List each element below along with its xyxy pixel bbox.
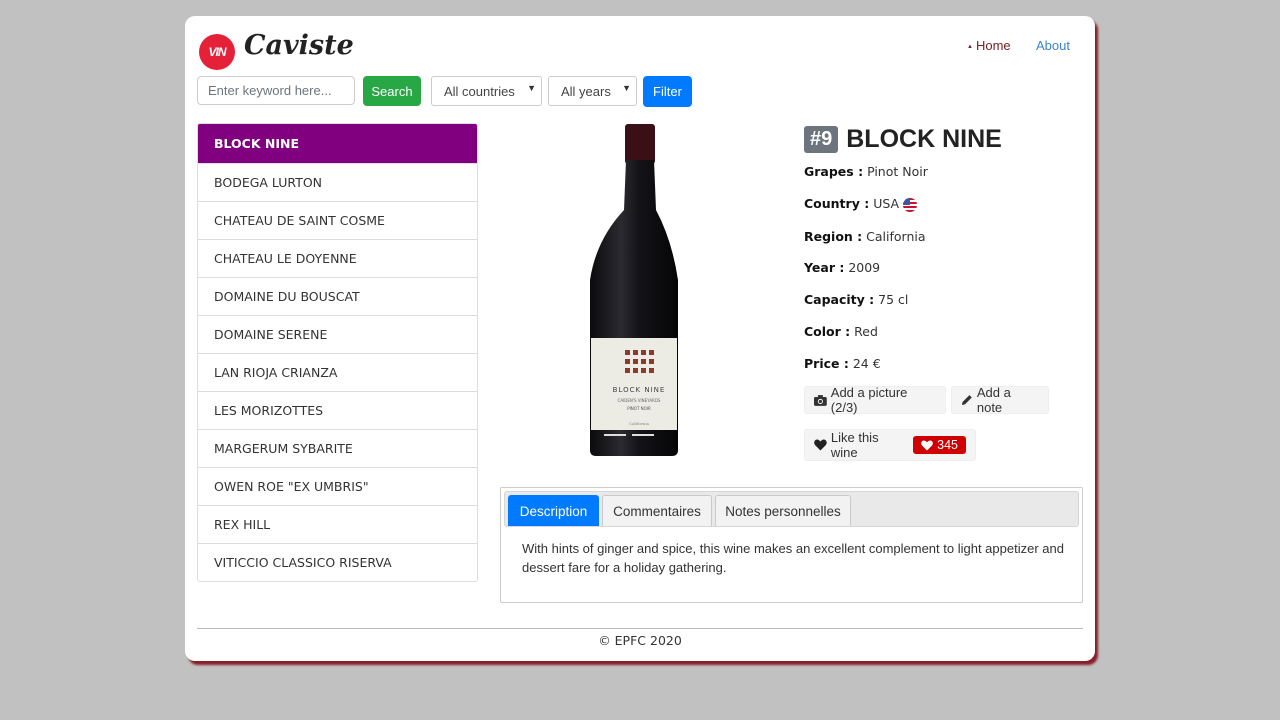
wine-list-item[interactable]: CHATEAU LE DOYENNE: [198, 239, 477, 277]
pencil-icon: [961, 395, 972, 405]
heart-icon: [921, 439, 933, 451]
country-select-value: All countries: [444, 83, 515, 99]
year-select[interactable]: All years ▼: [548, 76, 637, 106]
svg-text:BLOCK NINE: BLOCK NINE: [613, 386, 666, 394]
like-button[interactable]: Like this wine 345: [804, 429, 976, 461]
description-text: With hints of ginger and spice, this win…: [522, 541, 1064, 575]
field-price: Price : 24 €: [804, 356, 881, 371]
field-color: Color : Red: [804, 324, 878, 339]
field-year: Year : 2009: [804, 260, 881, 275]
tab-notes-personnelles[interactable]: Notes personnelles: [715, 495, 851, 526]
wine-list-item[interactable]: LES MORIZOTTES: [198, 391, 477, 429]
brand-title[interactable]: Caviste: [244, 30, 354, 61]
year-select-value: All years: [561, 83, 611, 99]
like-label: Like this wine: [830, 430, 879, 460]
footer-copyright: © EPFC 2020: [598, 633, 682, 648]
logo[interactable]: VIN: [199, 34, 235, 70]
wine-list-item[interactable]: VITICCIO CLASSICO RISERVA: [198, 543, 477, 581]
country-select[interactable]: All countries ▼: [431, 76, 542, 106]
tabs-bar: Description Commentaires Notes personnel…: [504, 491, 1079, 527]
wine-list-item[interactable]: DOMAINE SERENE: [198, 315, 477, 353]
wine-list-item[interactable]: MARGERUM SYBARITE: [198, 429, 477, 467]
field-grapes: Grapes : Pinot Noir: [804, 164, 928, 179]
tab-commentaires[interactable]: Commentaires: [602, 495, 712, 526]
usa-flag-icon: [903, 197, 918, 212]
dropdown-arrow-icon: ▼: [622, 83, 631, 93]
svg-text:California: California: [629, 421, 650, 426]
add-picture-button[interactable]: Add a picture (2/3): [804, 385, 946, 415]
tab-description[interactable]: Description: [508, 495, 599, 526]
wine-title: #9 BLOCK NINE: [804, 125, 1002, 154]
add-note-button[interactable]: Add a note: [951, 385, 1049, 415]
wine-list-item[interactable]: BLOCK NINE: [198, 124, 477, 163]
svg-text:PINOT NOIR: PINOT NOIR: [627, 406, 651, 411]
nav-home-label: Home: [975, 38, 1011, 53]
like-count-badge: 345: [913, 436, 966, 454]
wine-bottle-image: BLOCK NINE CAIDEN'S VINEYARDS PINOT NOIR…: [580, 120, 700, 460]
wine-list-item[interactable]: CHATEAU DE SAINT COSME: [198, 201, 477, 239]
like-count: 345: [937, 438, 958, 452]
heart-icon: [814, 439, 827, 451]
wine-list-item[interactable]: BODEGA LURTON: [198, 163, 477, 201]
search-input[interactable]: [197, 76, 355, 105]
wine-list-item[interactable]: LAN RIOJA CRIANZA: [198, 353, 477, 391]
footer-divider: [197, 628, 1083, 629]
field-country: Country : USA: [804, 196, 918, 212]
wine-list: BLOCK NINE BODEGA LURTON CHATEAU DE SAINT …: [197, 123, 478, 582]
filter-button[interactable]: Filter: [643, 76, 692, 107]
add-note-label: Add a note: [976, 385, 1011, 415]
camera-icon: [814, 394, 827, 406]
search-button[interactable]: Search: [363, 76, 421, 106]
field-region: Region : California: [804, 229, 926, 244]
nav-about-link[interactable]: About: [1036, 38, 1070, 53]
svg-text:CAIDEN'S VINEYARDS: CAIDEN'S VINEYARDS: [618, 398, 661, 403]
nav-home-link[interactable]: ▲ Home: [967, 38, 1011, 53]
wine-list-item[interactable]: REX HILL: [198, 505, 477, 543]
wine-id-badge: #9: [804, 126, 839, 153]
dropdown-arrow-icon: ▼: [527, 83, 536, 93]
wine-list-item[interactable]: OWEN ROE "EX UMBRIS": [198, 467, 477, 505]
app-card: VIN Caviste ▲Home About Search All count…: [185, 16, 1095, 661]
tabs-panel: Description Commentaires Notes personnel…: [500, 487, 1083, 603]
field-capacity: Capacity : 75 cl: [804, 292, 909, 307]
wine-list-item[interactable]: DOMAINE DU BOUSCAT: [198, 277, 477, 315]
caret-up-icon: ▲: [967, 43, 973, 50]
wine-name: BLOCK NINE: [846, 125, 1002, 153]
add-picture-label: Add a picture (2/3): [830, 385, 908, 415]
